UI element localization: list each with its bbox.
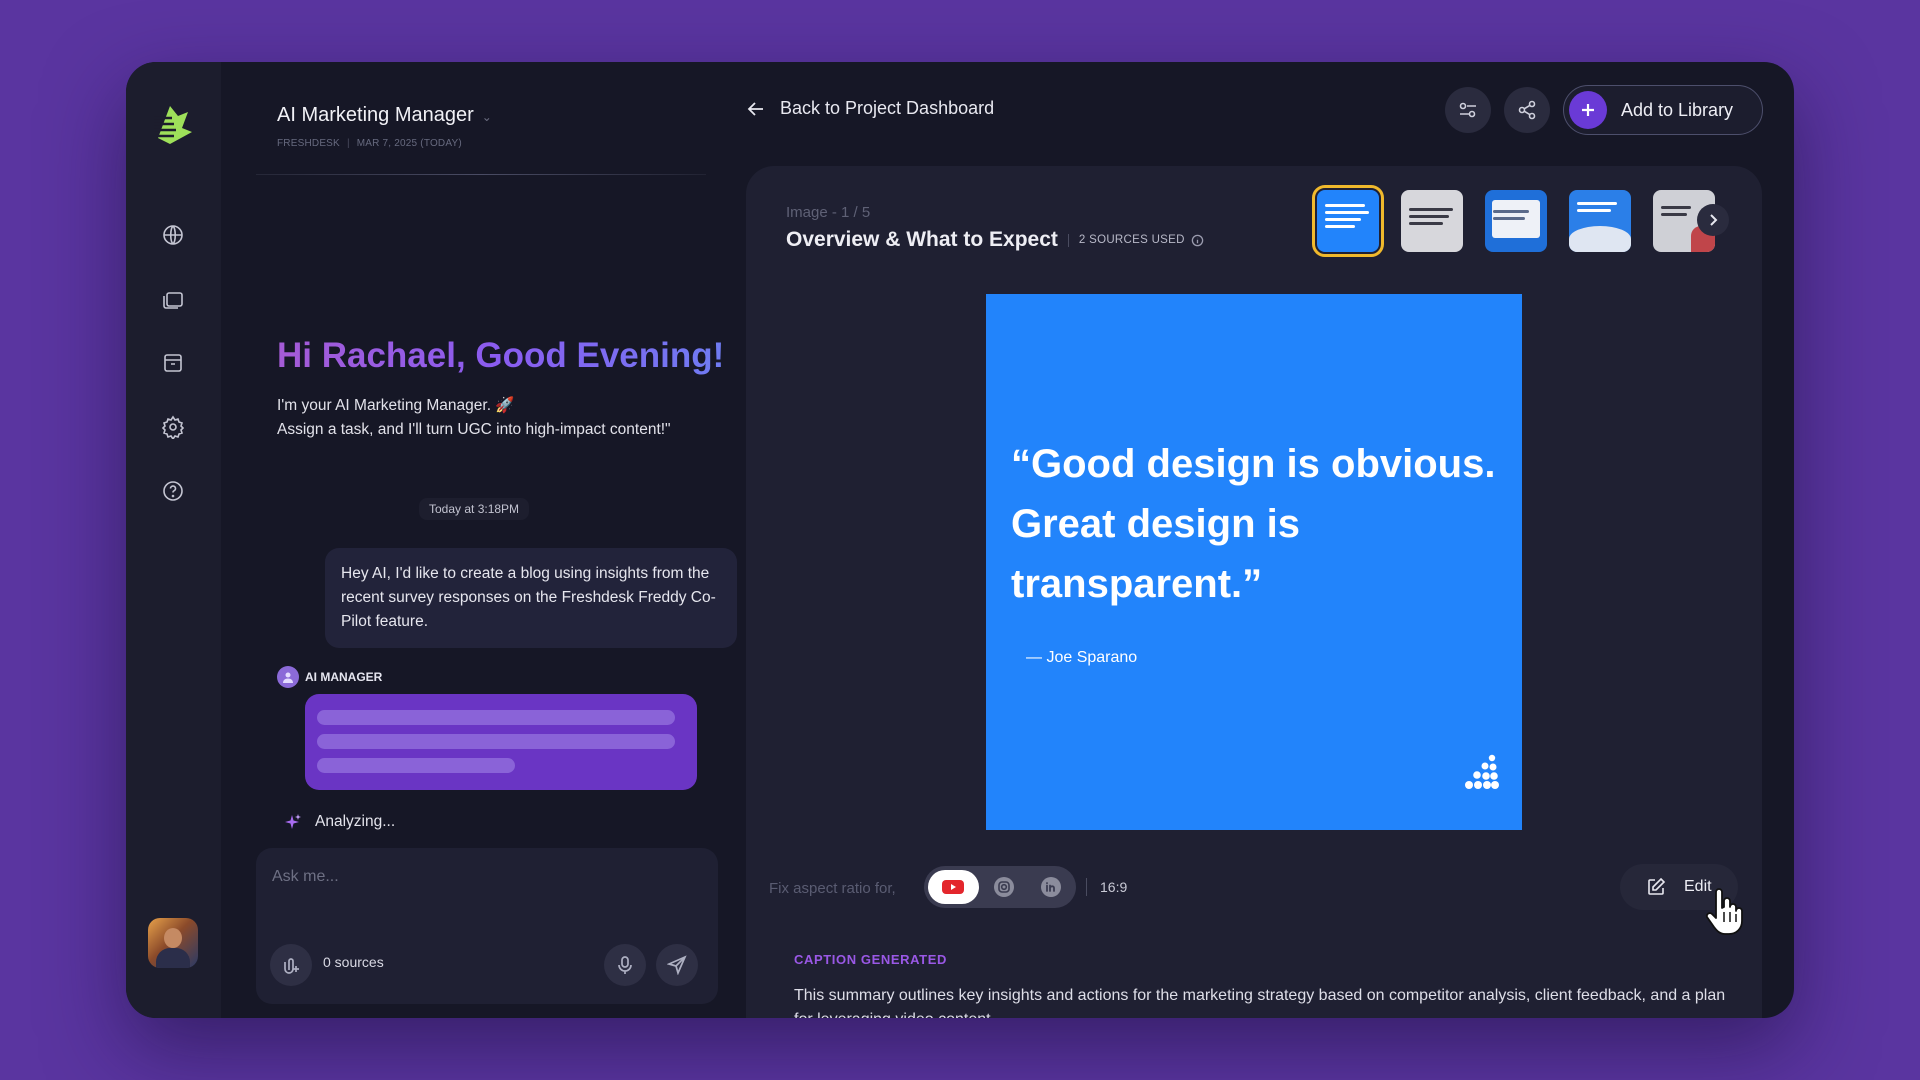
message-timestamp: Today at 3:18PM xyxy=(419,498,530,520)
linkedin-option[interactable] xyxy=(1029,870,1072,904)
add-to-library-button[interactable]: Add to Library xyxy=(1563,85,1763,135)
share-button[interactable] xyxy=(1504,87,1550,133)
intro-text: I'm your AI Marketing Manager. 🚀 Assign … xyxy=(277,394,671,442)
aspect-ratio-label: Fix aspect ratio for, xyxy=(769,880,896,897)
skeleton-line xyxy=(317,734,675,749)
arrow-left-icon xyxy=(747,101,763,116)
microphone-icon xyxy=(618,956,632,974)
help-icon[interactable] xyxy=(158,476,188,506)
share-icon xyxy=(1518,100,1536,120)
thumbnails-next-button[interactable] xyxy=(1697,204,1729,236)
instagram-icon xyxy=(993,877,1014,897)
analyzing-text: Analyzing... xyxy=(315,813,396,830)
sources-used-text: 2 SOURCES USED xyxy=(1078,234,1185,246)
caption-text: This summary outlines key insights and a… xyxy=(794,987,1726,1018)
globe-icon[interactable] xyxy=(158,220,188,250)
attach-source-button[interactable] xyxy=(270,944,312,986)
sparkle-icon xyxy=(285,814,301,829)
meta-date: MAR 7, 2025 (TODAY) xyxy=(356,138,462,149)
brand-dots-logo xyxy=(1465,754,1499,789)
ask-input[interactable] xyxy=(272,862,692,892)
chat-title[interactable]: AI Marketing Manager ⌄ xyxy=(277,104,492,127)
settings-icon[interactable] xyxy=(158,412,188,442)
sliders-icon xyxy=(1459,102,1476,118)
folders-icon[interactable] xyxy=(158,284,188,314)
microphone-button[interactable] xyxy=(604,944,646,986)
thumbnail-2[interactable] xyxy=(1401,190,1463,252)
app-logo[interactable] xyxy=(148,98,200,150)
thumbnail-1[interactable] xyxy=(1312,185,1384,257)
youtube-icon xyxy=(942,880,965,894)
quote-text: “Good design is obvious. Great design is… xyxy=(1011,442,1496,606)
quote-author: — Joe Sparano xyxy=(1026,649,1138,666)
thumbnail-4[interactable] xyxy=(1569,190,1631,252)
send-icon xyxy=(667,955,687,975)
user-avatar[interactable] xyxy=(148,918,198,968)
intro-line-2: Assign a task, and I'll turn UGC into hi… xyxy=(277,421,671,438)
app-window: AI Marketing Manager ⌄ FRESHDESK | MAR 7, 2… xyxy=(126,62,1794,1018)
info-icon xyxy=(1191,234,1203,246)
preview-title-row: Overview & What to Expect 2 SOURCES USED xyxy=(786,228,1204,252)
chat-composer: 0 sources xyxy=(256,848,718,1004)
back-label: Back to Project Dashboard xyxy=(780,98,995,118)
greeting-heading: Hi Rachael, Good Evening! xyxy=(277,336,725,375)
skeleton-line xyxy=(317,758,515,773)
ai-label-text: AI MANAGER xyxy=(305,670,383,684)
image-preview-card: Image - 1 / 5 Overview & What to Expect … xyxy=(746,166,1762,1018)
ai-sender-label: AI MANAGER xyxy=(277,666,382,688)
sources-count: 0 sources xyxy=(323,954,384,970)
platform-aspect-selector xyxy=(924,866,1076,908)
intro-line-1: I'm your AI Marketing Manager. 🚀 xyxy=(277,397,515,414)
send-button[interactable] xyxy=(656,944,698,986)
thumbnail-3[interactable] xyxy=(1485,190,1547,252)
user-message: Hey AI, I'd like to create a blog using … xyxy=(325,548,737,648)
edit-icon xyxy=(1648,877,1666,895)
icon-rail xyxy=(126,62,221,1018)
divider xyxy=(256,174,706,175)
meta-company: FRESHDESK xyxy=(277,138,340,149)
skeleton-line xyxy=(317,710,675,725)
archive-icon[interactable] xyxy=(158,348,188,378)
filter-settings-button[interactable] xyxy=(1445,87,1491,133)
ai-avatar-icon xyxy=(277,666,299,688)
sources-used-badge[interactable]: 2 SOURCES USED xyxy=(1067,233,1204,247)
linkedin-icon xyxy=(1040,877,1061,897)
ai-loading-bubble xyxy=(305,694,697,790)
chevron-down-icon[interactable]: ⌄ xyxy=(482,110,492,124)
back-to-dashboard-link[interactable]: Back to Project Dashboard xyxy=(746,98,994,119)
analyzing-status: Analyzing... xyxy=(283,812,395,832)
chat-panel: AI Marketing Manager ⌄ FRESHDESK | MAR 7, 2… xyxy=(221,62,741,1018)
instagram-option[interactable] xyxy=(983,870,1026,904)
aspect-ratio-value: 16:9 xyxy=(1100,879,1128,895)
plus-icon xyxy=(1569,91,1607,129)
quote-image[interactable]: “Good design is obvious. Great design is… xyxy=(986,294,1522,830)
caption-heading: CAPTION GENERATED xyxy=(794,952,947,967)
hand-cursor-icon xyxy=(1705,888,1743,935)
image-counter: Image - 1 / 5 xyxy=(786,204,871,221)
chevron-right-icon xyxy=(1710,214,1718,226)
add-library-label: Add to Library xyxy=(1621,99,1734,120)
preview-title: Overview & What to Expect xyxy=(786,228,1058,251)
youtube-option[interactable] xyxy=(928,870,979,904)
chat-title-text: AI Marketing Manager xyxy=(277,104,474,126)
divider xyxy=(1086,878,1087,896)
attach-icon xyxy=(284,958,299,974)
chat-meta: FRESHDESK | MAR 7, 2025 (TODAY) xyxy=(277,138,462,149)
